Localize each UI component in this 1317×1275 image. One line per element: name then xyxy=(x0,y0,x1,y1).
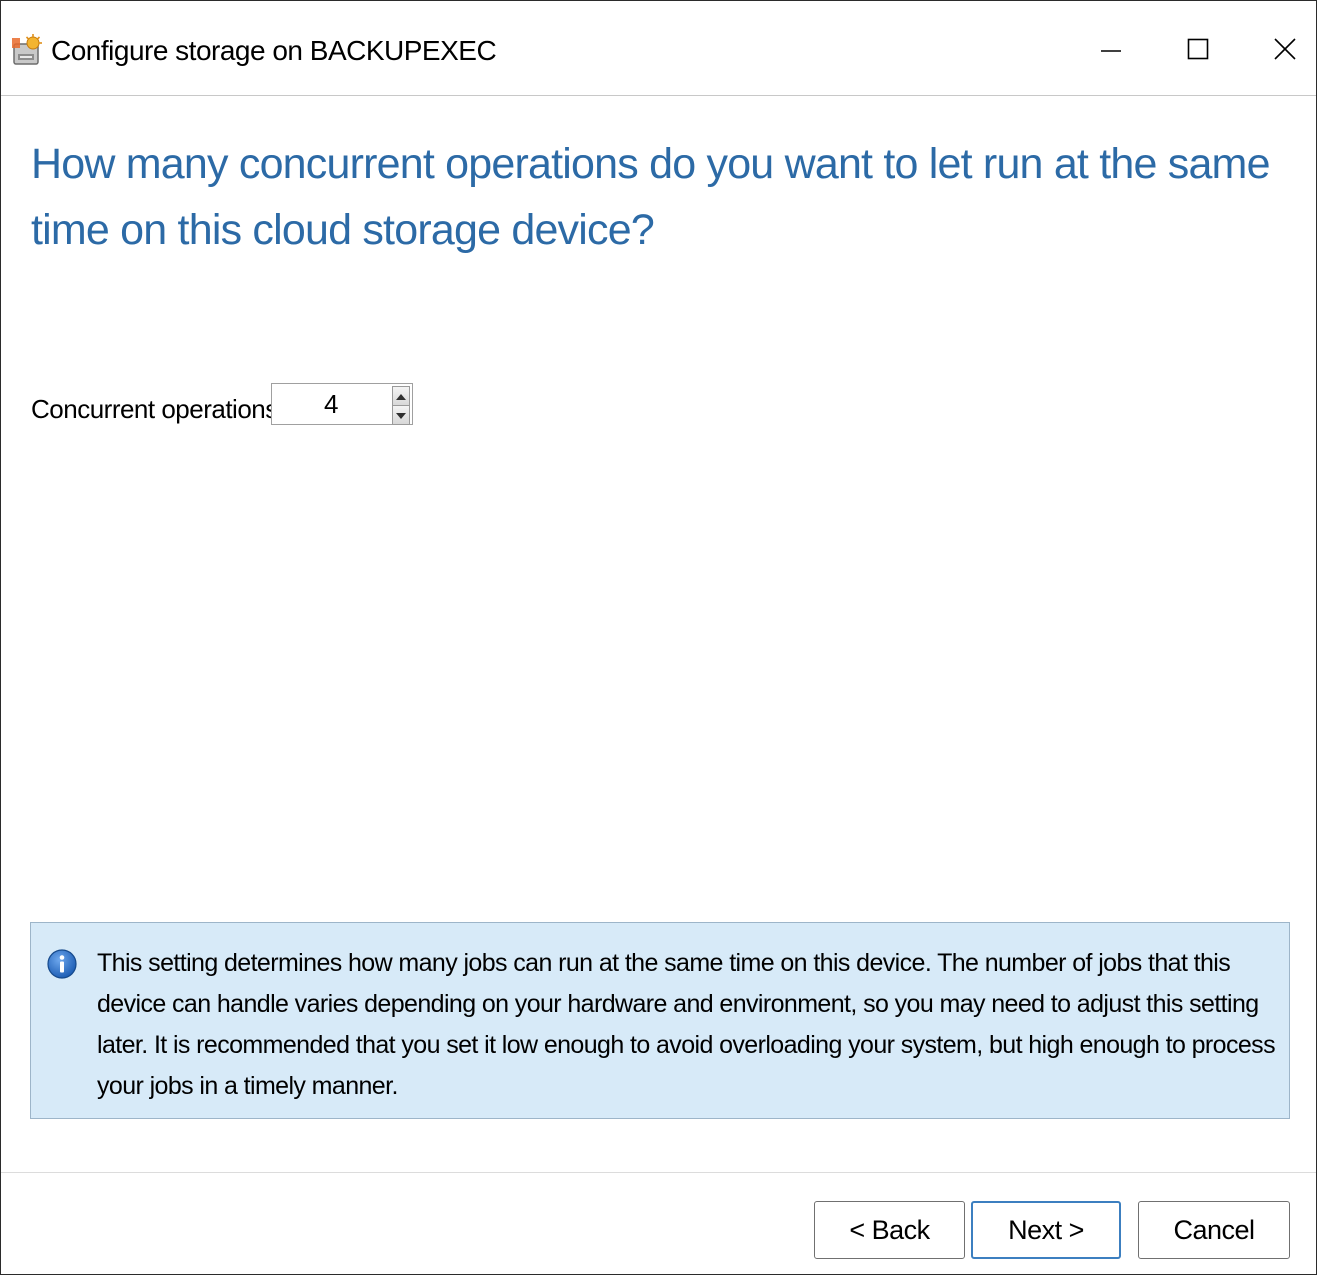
close-icon xyxy=(1273,37,1297,61)
maximize-icon xyxy=(1186,37,1210,61)
maximize-button[interactable] xyxy=(1166,19,1230,79)
close-button[interactable] xyxy=(1253,19,1316,79)
decrement-button[interactable] xyxy=(392,406,410,425)
window-title: Configure storage on BACKUPEXEC xyxy=(51,35,497,66)
concurrent-operations-label: Concurrent operations: xyxy=(31,394,285,424)
info-panel: This setting determines how many jobs ca… xyxy=(30,922,1290,1119)
dialog-window: Configure storage on BACKUPEXEC How many… xyxy=(0,0,1317,1275)
info-text: This setting determines how many jobs ca… xyxy=(97,949,1276,1100)
footer-divider xyxy=(1,1172,1316,1173)
cancel-button[interactable]: Cancel xyxy=(1138,1201,1290,1259)
back-button[interactable]: < Back xyxy=(814,1201,965,1259)
storage-app-icon xyxy=(11,34,43,68)
caret-up-icon xyxy=(396,387,406,405)
caret-down-icon xyxy=(396,406,406,424)
concurrent-operations-stepper[interactable] xyxy=(271,383,413,425)
minimize-icon xyxy=(1099,37,1123,61)
increment-button[interactable] xyxy=(392,386,410,406)
title-bar[interactable]: Configure storage on BACKUPEXEC xyxy=(1,1,1316,96)
next-button[interactable]: Next > xyxy=(971,1201,1121,1259)
minimize-button[interactable] xyxy=(1079,19,1143,79)
page-heading: How many concurrent operations do you wa… xyxy=(31,140,1271,254)
info-icon xyxy=(46,948,78,980)
spinner-buttons xyxy=(392,386,410,425)
concurrent-operations-input[interactable] xyxy=(272,384,390,424)
